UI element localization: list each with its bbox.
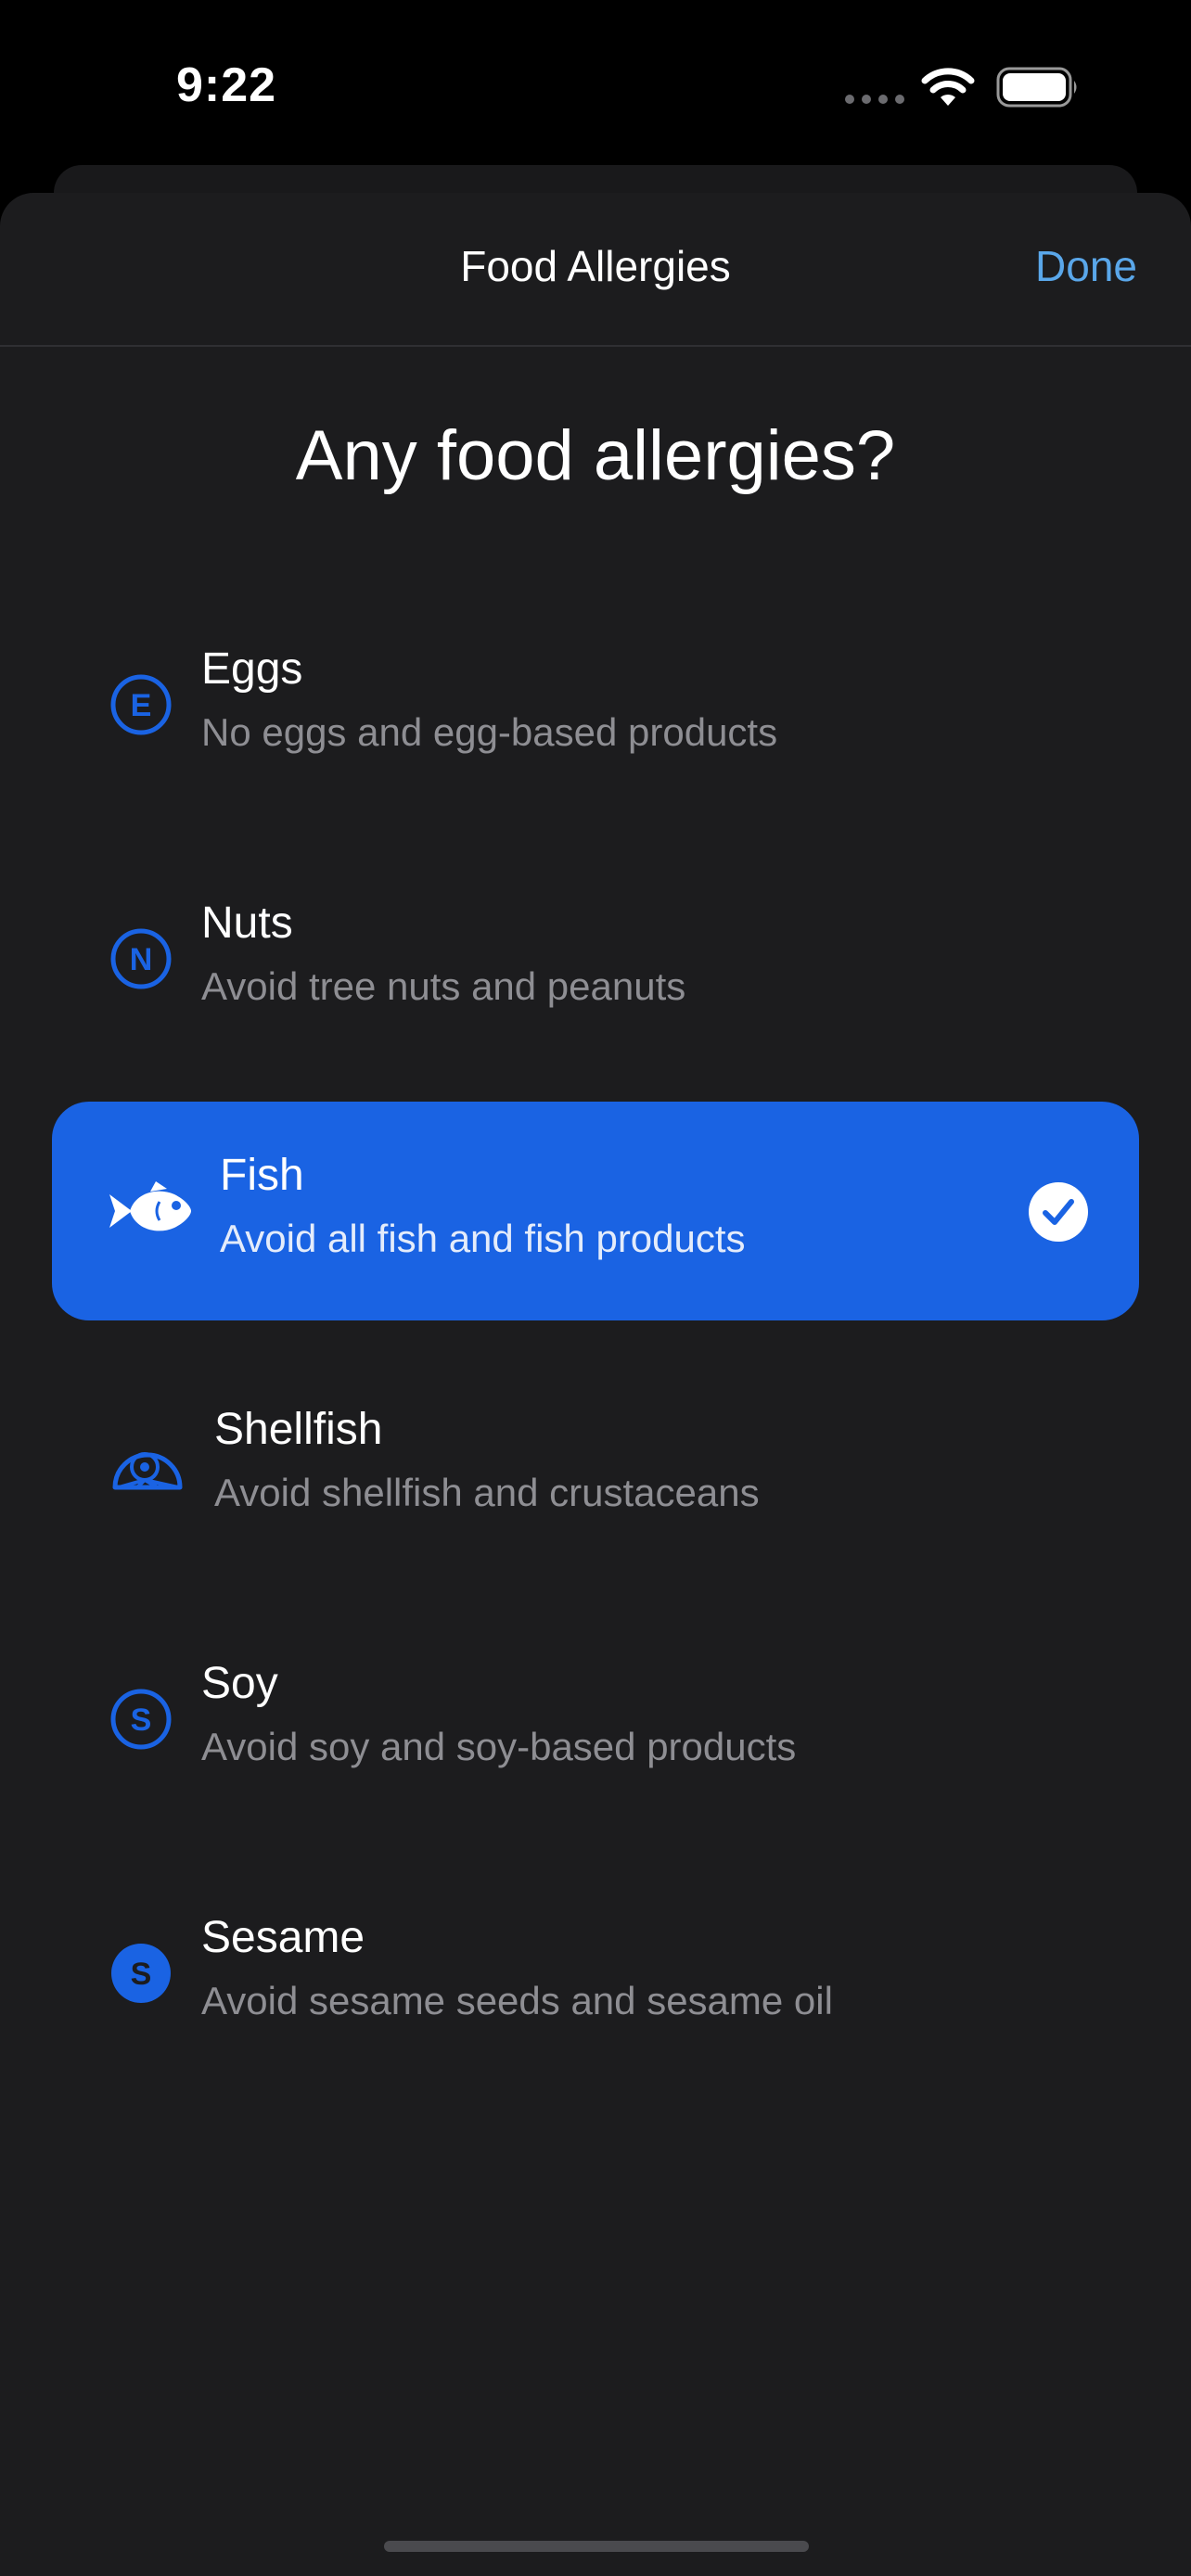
letter-n-circle-icon: N <box>110 928 172 989</box>
fish-icon <box>109 1181 191 1231</box>
option-title: Sesame <box>201 1913 365 1962</box>
option-subtitle: No eggs and egg-based products <box>201 710 778 754</box>
option-title: Eggs <box>201 644 303 694</box>
battery-icon <box>996 67 1077 108</box>
option-subtitle: Avoid shellfish and crustaceans <box>214 1471 760 1514</box>
cellular-signal-icon <box>845 95 904 104</box>
wifi-icon <box>921 68 975 106</box>
svg-text:E: E <box>131 688 152 723</box>
letter-s-circle-icon: S <box>110 1689 172 1750</box>
status-time: 9:22 <box>176 58 277 112</box>
option-nuts[interactable]: N Nuts Avoid tree nuts and peanuts <box>52 849 1139 1068</box>
svg-text:S: S <box>131 1702 152 1738</box>
option-shellfish[interactable]: Shellfish Avoid shellfish and crustacean… <box>52 1356 1139 1575</box>
option-sesame[interactable]: S Sesame Avoid sesame seeds and sesame o… <box>52 1864 1139 2083</box>
shell-icon <box>112 1452 183 1490</box>
status-bar: 9:22 <box>0 0 1191 167</box>
checkmark-circle-icon <box>1029 1182 1088 1242</box>
letter-s-filled-circle-icon: S <box>111 1944 171 2003</box>
nav-title: Food Allergies <box>460 242 731 290</box>
page-title: Any food allergies? <box>295 416 896 495</box>
option-subtitle: Avoid all fish and fish products <box>220 1217 746 1260</box>
svg-text:N: N <box>130 942 153 977</box>
option-subtitle: Avoid tree nuts and peanuts <box>201 964 686 1008</box>
option-soy[interactable]: S Soy Avoid soy and soy-based products <box>52 1610 1139 1829</box>
option-title: Shellfish <box>214 1405 383 1454</box>
navigation-bar: Food Allergies Done <box>0 193 1191 347</box>
option-subtitle: Avoid soy and soy-based products <box>201 1725 797 1768</box>
option-subtitle: Avoid sesame seeds and sesame oil <box>201 1979 833 2022</box>
option-eggs[interactable]: E Eggs No eggs and egg-based products <box>52 595 1139 814</box>
home-indicator[interactable] <box>384 2541 809 2552</box>
done-button[interactable]: Done <box>1035 241 1137 291</box>
option-title: Nuts <box>201 899 293 948</box>
option-title: Soy <box>201 1659 278 1708</box>
allergies-sheet: Food Allergies Done Any food allergies? … <box>0 193 1191 2576</box>
svg-text:S: S <box>131 1957 152 1992</box>
option-title: Fish <box>220 1151 304 1200</box>
letter-e-circle-icon: E <box>110 674 172 735</box>
option-fish[interactable]: Fish Avoid all fish and fish products <box>52 1102 1139 1320</box>
